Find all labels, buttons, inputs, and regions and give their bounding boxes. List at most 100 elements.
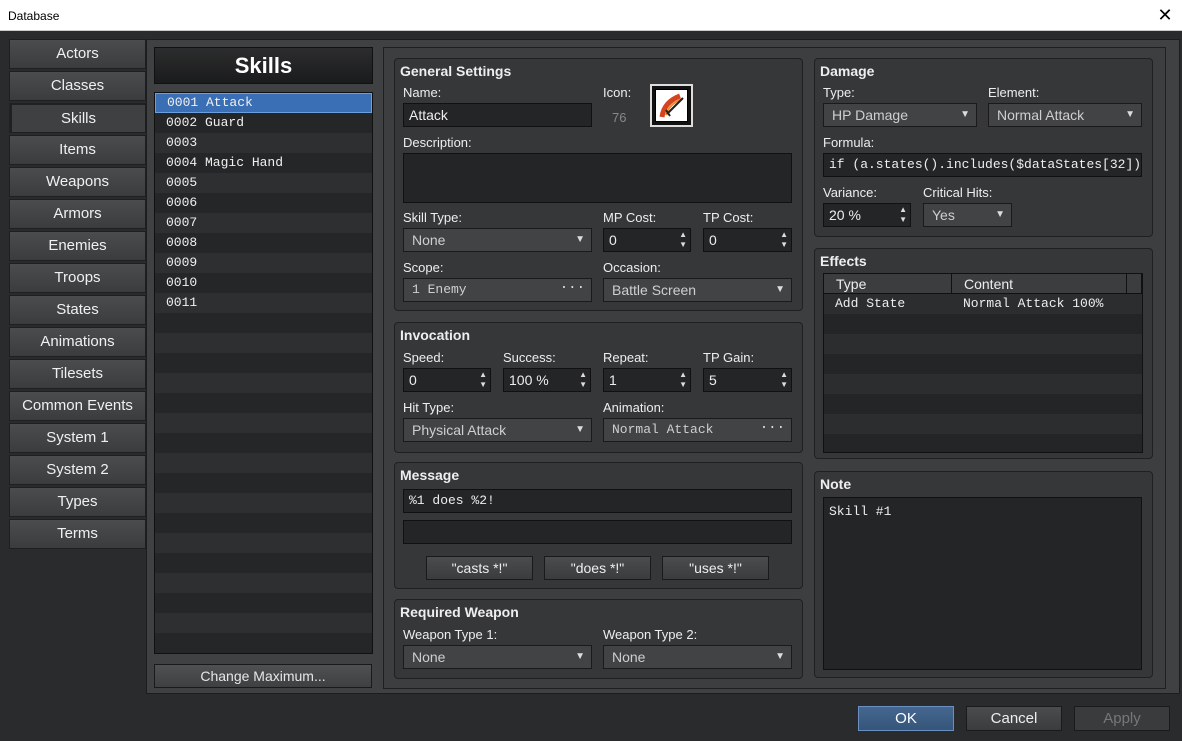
variance-stepper[interactable]: 20 % ▲ ▼: [823, 203, 911, 227]
list-item[interactable]: [155, 433, 372, 453]
nav-item-enemies[interactable]: Enemies: [9, 231, 146, 261]
list-item[interactable]: [155, 413, 372, 433]
nav-item-weapons[interactable]: Weapons: [9, 167, 146, 197]
weapon-type-2-select[interactable]: None ▼: [603, 645, 792, 669]
list-item[interactable]: 0004 Magic Hand: [155, 153, 372, 173]
column-header-type[interactable]: Type: [824, 274, 952, 293]
chevron-down-icon: ▼: [575, 424, 585, 435]
table-row[interactable]: [824, 334, 1142, 354]
nav-item-actors[interactable]: Actors: [9, 39, 146, 69]
uses-button[interactable]: "uses *!": [662, 556, 769, 580]
nav-item-items[interactable]: Items: [9, 135, 146, 165]
nav-item-troops[interactable]: Troops: [9, 263, 146, 293]
stepper-arrows-icon[interactable]: ▲ ▼: [579, 370, 587, 390]
list-item[interactable]: [155, 573, 372, 593]
animation-select[interactable]: Normal Attack ···: [603, 418, 792, 442]
list-item[interactable]: [155, 493, 372, 513]
speed-stepper[interactable]: 0 ▲ ▼: [403, 368, 491, 392]
table-row[interactable]: [824, 414, 1142, 434]
hit-type-select[interactable]: Physical Attack ▼: [403, 418, 592, 442]
repeat-stepper[interactable]: 1 ▲ ▼: [603, 368, 691, 392]
stepper-arrows-icon[interactable]: ▲ ▼: [479, 370, 487, 390]
list-item[interactable]: [155, 593, 372, 613]
list-item[interactable]: 0006: [155, 193, 372, 213]
tp-cost-stepper[interactable]: 0 ▲ ▼: [703, 228, 792, 252]
occasion-select[interactable]: Battle Screen ▼: [603, 278, 792, 302]
skill-list[interactable]: 0001 Attack 0002 Guard 0003 0004 Magic Hand…: [154, 92, 373, 654]
stepper-arrows-icon[interactable]: ▲ ▼: [899, 205, 907, 225]
table-row[interactable]: [824, 374, 1142, 394]
mp-cost-stepper[interactable]: 0 ▲ ▼: [603, 228, 691, 252]
table-row[interactable]: Add State Normal Attack 100%: [824, 294, 1142, 314]
nav-item-skills[interactable]: Skills: [9, 103, 146, 133]
nav-item-common-events[interactable]: Common Events: [9, 391, 146, 421]
formula-field[interactable]: if (a.states().includes($dataStates[32])…: [823, 153, 1142, 177]
tp-gain-stepper[interactable]: 5 ▲ ▼: [703, 368, 792, 392]
list-item[interactable]: [155, 333, 372, 353]
nav-item-types[interactable]: Types: [9, 487, 146, 517]
message-line-2[interactable]: [403, 520, 792, 544]
damage-type-select[interactable]: HP Damage ▼: [823, 103, 977, 127]
list-item[interactable]: [155, 373, 372, 393]
nav-item-states[interactable]: States: [9, 295, 146, 325]
column-header-content[interactable]: Content: [952, 274, 1127, 293]
list-header: Skills: [154, 47, 373, 84]
message-line-1[interactable]: %1 does %2!: [403, 489, 792, 513]
casts-button[interactable]: "casts *!": [426, 556, 533, 580]
tp-gain-label: TP Gain:: [703, 350, 755, 365]
effects-table[interactable]: Type Content Add State Normal Attack 100%: [823, 273, 1143, 453]
table-row[interactable]: [824, 394, 1142, 414]
description-field[interactable]: [403, 153, 792, 203]
list-item[interactable]: 0005: [155, 173, 372, 193]
list-item[interactable]: [155, 393, 372, 413]
nav-item-classes[interactable]: Classes: [9, 71, 146, 101]
list-item[interactable]: 0009: [155, 253, 372, 273]
list-item[interactable]: 0010: [155, 273, 372, 293]
table-row[interactable]: [824, 354, 1142, 374]
nav-item-terms[interactable]: Terms: [9, 519, 146, 549]
list-item[interactable]: [155, 553, 372, 573]
weapon-type-1-select[interactable]: None ▼: [403, 645, 592, 669]
apply-button[interactable]: Apply: [1074, 706, 1170, 731]
table-row[interactable]: [824, 434, 1142, 452]
element-label: Element:: [988, 85, 1040, 100]
close-icon[interactable]: ✕: [1148, 0, 1182, 31]
change-maximum-button[interactable]: Change Maximum...: [154, 664, 372, 688]
skill-type-select[interactable]: None ▼: [403, 228, 592, 252]
list-item[interactable]: 0011: [155, 293, 372, 313]
stepper-arrows-icon[interactable]: ▲ ▼: [780, 230, 788, 250]
list-item[interactable]: [155, 353, 372, 373]
list-item[interactable]: 0001 Attack: [155, 93, 372, 113]
scope-select[interactable]: 1 Enemy ···: [403, 278, 592, 302]
nav-item-tilesets[interactable]: Tilesets: [9, 359, 146, 389]
nav-item-system-1[interactable]: System 1: [9, 423, 146, 453]
list-item[interactable]: 0007: [155, 213, 372, 233]
critical-hits-select[interactable]: Yes ▼: [923, 203, 1012, 227]
chevron-down-icon: ▼: [575, 651, 585, 662]
icon-picker[interactable]: [650, 84, 693, 127]
stepper-arrows-icon[interactable]: ▲ ▼: [780, 370, 788, 390]
nav-item-system-2[interactable]: System 2: [9, 455, 146, 485]
nav-item-animations[interactable]: Animations: [9, 327, 146, 357]
success-stepper[interactable]: 100 % ▲ ▼: [503, 368, 591, 392]
cancel-button[interactable]: Cancel: [966, 706, 1062, 731]
list-item[interactable]: 0002 Guard: [155, 113, 372, 133]
list-item[interactable]: [155, 313, 372, 333]
list-item[interactable]: [155, 633, 372, 653]
does-button[interactable]: "does *!": [544, 556, 651, 580]
list-item[interactable]: [155, 473, 372, 493]
stepper-arrows-icon[interactable]: ▲ ▼: [679, 230, 687, 250]
element-select[interactable]: Normal Attack ▼: [988, 103, 1142, 127]
list-item[interactable]: 0003: [155, 133, 372, 153]
ok-button[interactable]: OK: [858, 706, 954, 731]
list-item[interactable]: [155, 533, 372, 553]
note-field[interactable]: Skill #1: [823, 497, 1142, 670]
list-item[interactable]: 0008: [155, 233, 372, 253]
list-item[interactable]: [155, 513, 372, 533]
stepper-arrows-icon[interactable]: ▲ ▼: [679, 370, 687, 390]
nav-item-armors[interactable]: Armors: [9, 199, 146, 229]
list-item[interactable]: [155, 613, 372, 633]
table-row[interactable]: [824, 314, 1142, 334]
list-item[interactable]: [155, 453, 372, 473]
name-field[interactable]: Attack: [403, 103, 592, 127]
